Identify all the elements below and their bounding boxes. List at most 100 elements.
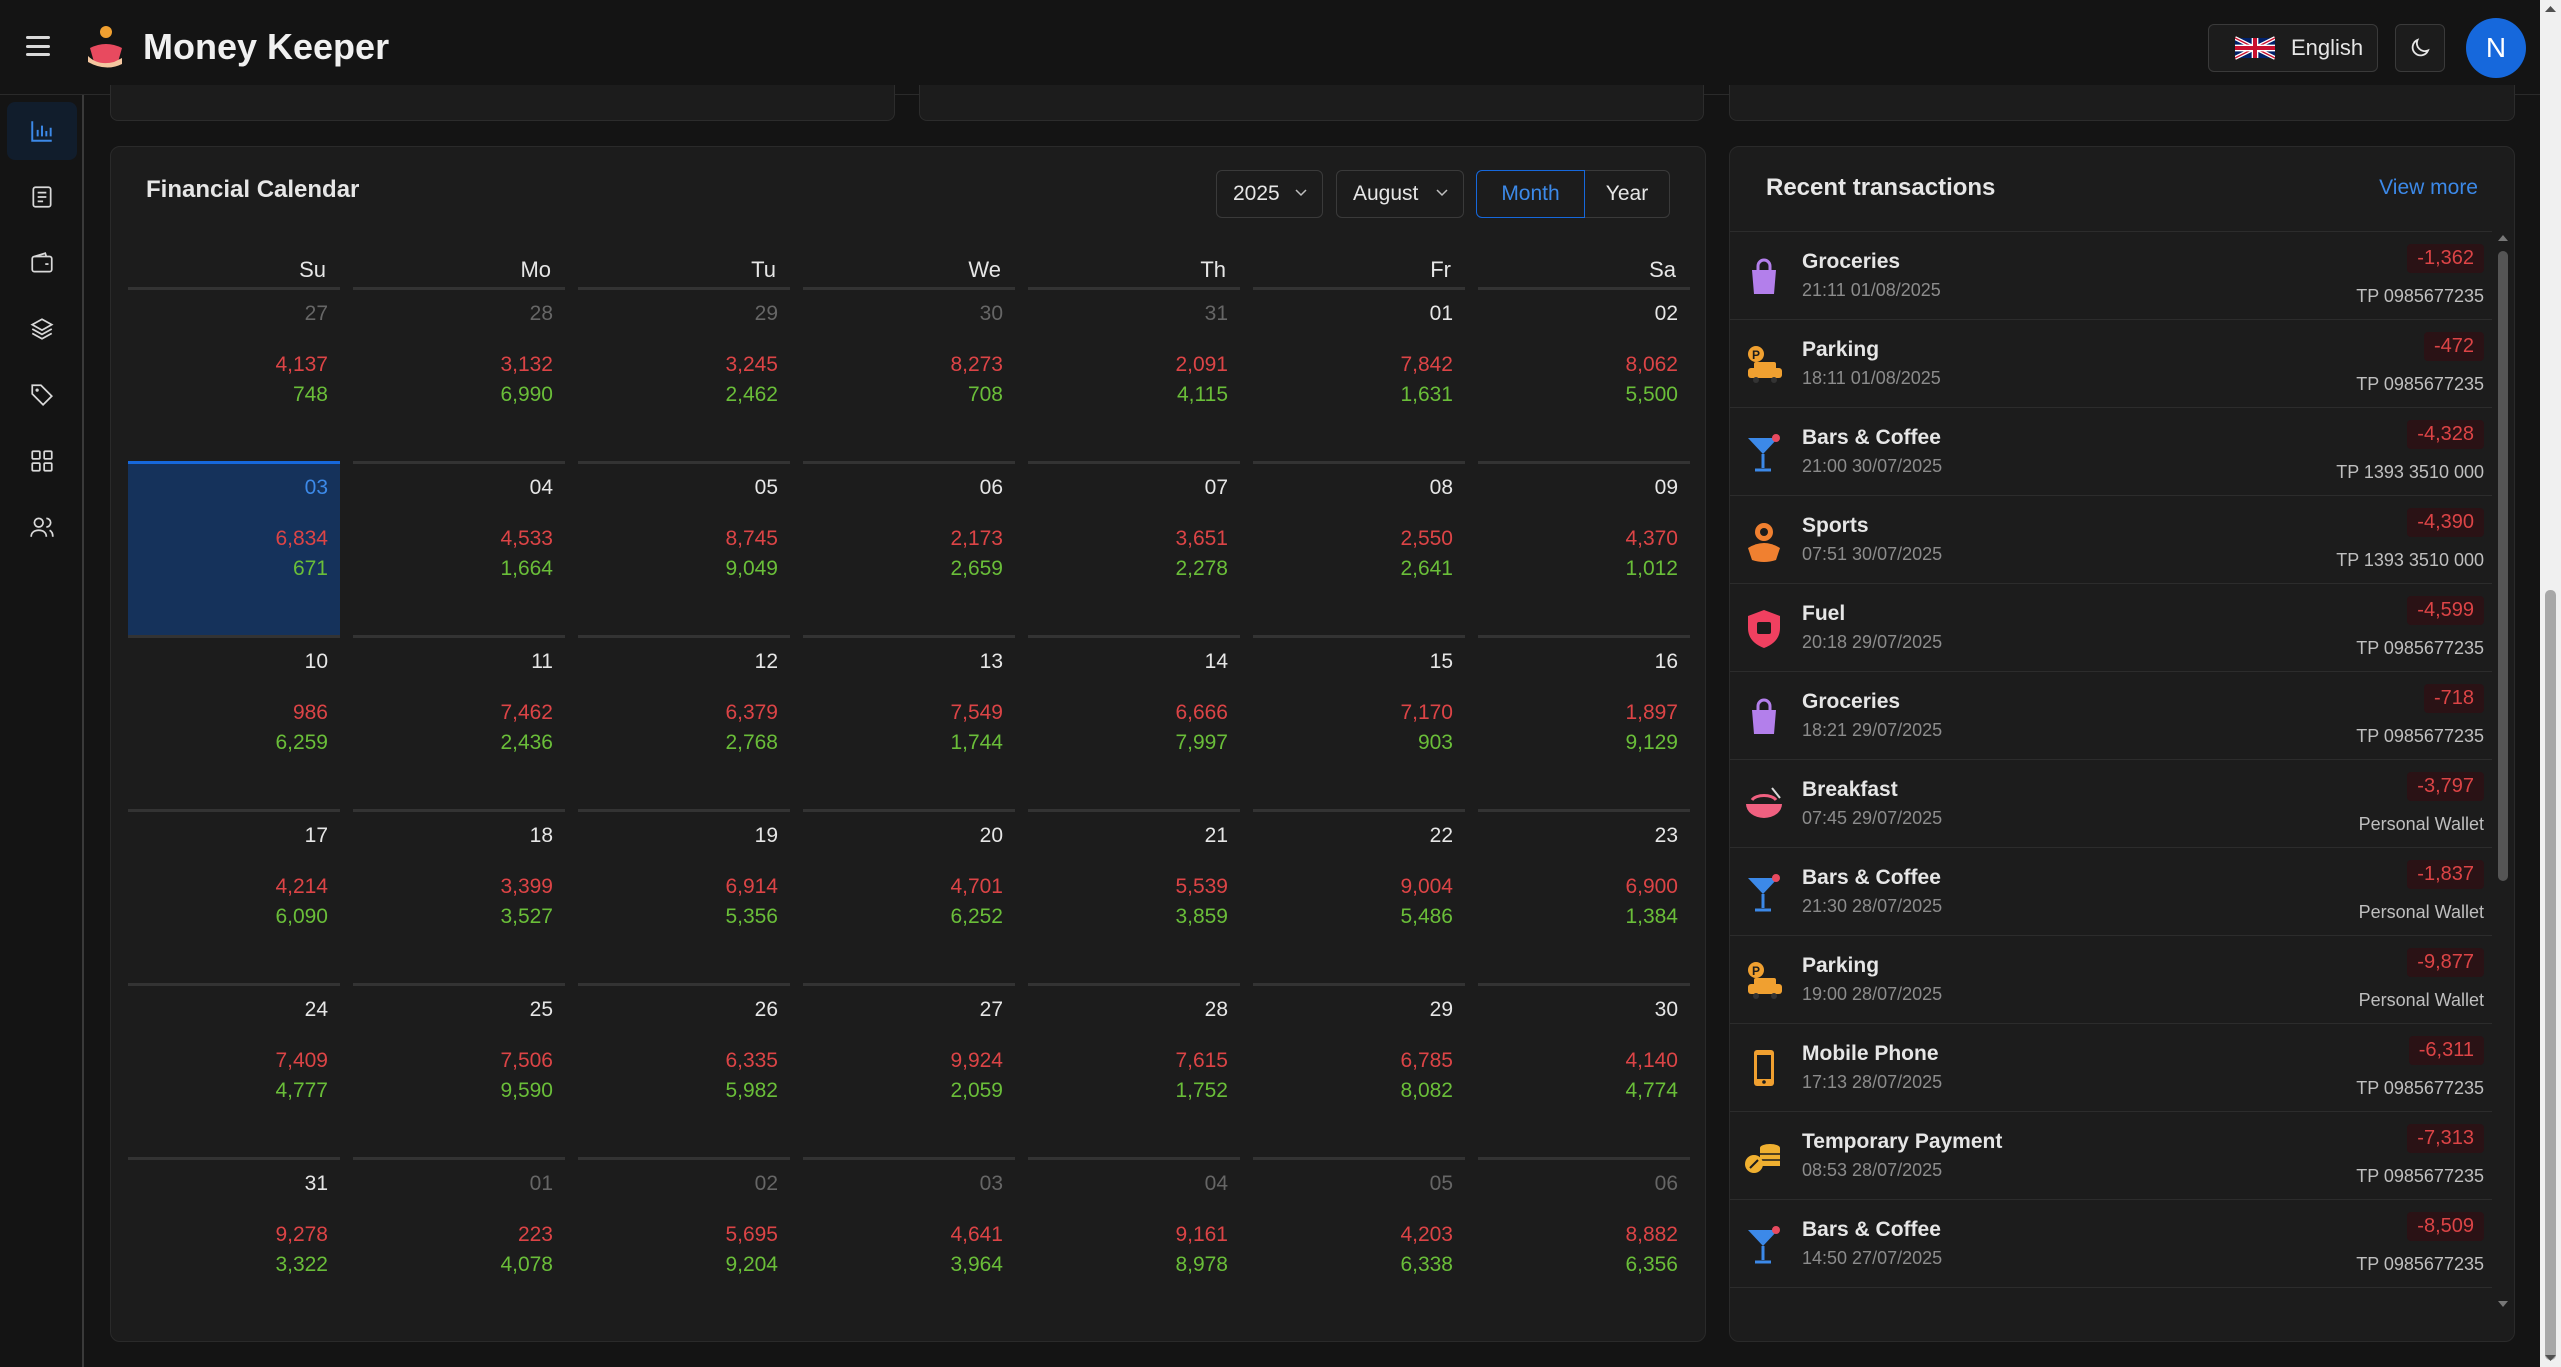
day-number: 03 bbox=[304, 476, 328, 499]
calendar-day-cell[interactable]: 02 5,695 9,204 bbox=[578, 1157, 790, 1331]
calendar-day-cell[interactable]: 04 9,161 8,978 bbox=[1028, 1157, 1240, 1331]
weekday-header: Th bbox=[1200, 257, 1226, 282]
calendar-day-cell[interactable]: 03 6,834 671 bbox=[128, 461, 340, 635]
calendar-day-cell[interactable]: 22 9,004 5,486 bbox=[1253, 809, 1465, 983]
transaction-row[interactable]: Sports 07:51 30/07/2025 -4,390 TP 1393 3510… bbox=[1730, 496, 2492, 584]
calendar-day-cell[interactable]: 16 1,897 9,129 bbox=[1478, 635, 1690, 809]
calendar-day-cell[interactable]: 28 3,132 6,990 bbox=[353, 287, 565, 461]
calendar-day-cell[interactable]: 01 7,842 1,631 bbox=[1253, 287, 1465, 461]
calendar-day-cell[interactable]: 06 8,882 6,356 bbox=[1478, 1157, 1690, 1331]
calendar-day-cell[interactable]: 25 7,506 9,590 bbox=[353, 983, 565, 1157]
sidebar-item-categories[interactable] bbox=[7, 300, 77, 358]
view-year-button[interactable]: Year bbox=[1585, 170, 1670, 218]
menu-toggle-icon[interactable] bbox=[26, 36, 50, 56]
transaction-row[interactable]: Bars & Coffee 21:00 30/07/2025 -4,328 TP 13… bbox=[1730, 408, 2492, 496]
calendar-day-cell[interactable]: 19 6,914 5,356 bbox=[578, 809, 790, 983]
scroll-up-icon bbox=[2545, 6, 2556, 12]
calendar-day-cell[interactable]: 23 6,900 1,384 bbox=[1478, 809, 1690, 983]
calendar-day-cell[interactable]: 01 223 4,078 bbox=[353, 1157, 565, 1331]
calendar-day-cell[interactable]: 13 7,549 1,744 bbox=[803, 635, 1015, 809]
transaction-wallet: TP 1393 3510 000 bbox=[2336, 550, 2484, 570]
transaction-row[interactable]: Fuel 20:18 29/07/2025 -4,599 TP 0985677235 bbox=[1730, 584, 2492, 672]
calendar-day-cell[interactable]: 18 3,399 3,527 bbox=[353, 809, 565, 983]
day-expense: 2,173 bbox=[950, 527, 1003, 550]
calendar-day-cell[interactable]: 20 4,701 6,252 bbox=[803, 809, 1015, 983]
view-more-link[interactable]: View more bbox=[2379, 176, 2478, 200]
calendar-day-cell[interactable]: 27 9,924 2,059 bbox=[803, 983, 1015, 1157]
transaction-wallet: TP 0985677235 bbox=[2356, 1166, 2484, 1186]
transactions-scrollbar[interactable] bbox=[2493, 231, 2513, 1311]
calendar-day-cell[interactable]: 30 4,140 4,774 bbox=[1478, 983, 1690, 1157]
day-number: 07 bbox=[1204, 476, 1228, 499]
day-number: 17 bbox=[304, 824, 328, 847]
user-avatar[interactable]: N bbox=[2466, 18, 2526, 78]
calendar-day-cell[interactable]: 17 4,214 6,090 bbox=[128, 809, 340, 983]
month-select[interactable]: August bbox=[1336, 170, 1464, 218]
day-expense: 9,278 bbox=[275, 1223, 328, 1246]
calendar-day-cell[interactable]: 11 7,462 2,436 bbox=[353, 635, 565, 809]
calendar-day-cell[interactable]: 06 2,173 2,659 bbox=[803, 461, 1015, 635]
calendar-day-cell[interactable]: 31 9,278 3,322 bbox=[128, 1157, 340, 1331]
day-income: 7,997 bbox=[1175, 731, 1228, 754]
calendar-day-cell[interactable]: 04 4,533 1,664 bbox=[353, 461, 565, 635]
day-number: 16 bbox=[1654, 650, 1678, 673]
transaction-row[interactable]: Temporary Payment 08:53 28/07/2025 -7,313 T… bbox=[1730, 1112, 2492, 1200]
day-number: 29 bbox=[1429, 998, 1453, 1021]
transaction-row[interactable]: Groceries 18:21 29/07/2025 -718 TP 09856772… bbox=[1730, 672, 2492, 760]
app-title: Money Keeper bbox=[143, 26, 390, 67]
day-income: 4,078 bbox=[500, 1253, 553, 1276]
transaction-category: Parking bbox=[1802, 338, 1880, 361]
sidebar-item-wallets[interactable] bbox=[7, 234, 77, 292]
sidebar-item-apps[interactable] bbox=[7, 432, 77, 490]
sidebar bbox=[0, 95, 84, 1367]
calendar-day-cell[interactable]: 07 3,651 2,278 bbox=[1028, 461, 1240, 635]
calendar-day-cell[interactable]: 27 4,137 748 bbox=[128, 287, 340, 461]
sidebar-item-users[interactable] bbox=[7, 498, 77, 556]
transaction-category: Parking bbox=[1802, 954, 1880, 977]
calendar-day-cell[interactable]: 02 8,062 5,500 bbox=[1478, 287, 1690, 461]
transaction-row[interactable]: Mobile Phone 17:13 28/07/2025 -6,311 TP 098… bbox=[1730, 1024, 2492, 1112]
sidebar-item-transactions[interactable] bbox=[7, 168, 77, 226]
sidebar-item-dashboard[interactable] bbox=[7, 102, 77, 160]
calendar-day-cell[interactable]: 05 4,203 6,338 bbox=[1253, 1157, 1465, 1331]
day-number: 19 bbox=[754, 824, 778, 847]
day-income: 9,204 bbox=[725, 1253, 778, 1276]
transaction-row[interactable]: Bars & Coffee 21:30 28/07/2025 -1,837 Perso… bbox=[1730, 848, 2492, 936]
transaction-row[interactable]: Groceries 21:11 01/08/2025 -1,362 TP 098567… bbox=[1730, 232, 2492, 320]
calendar-day-cell[interactable]: 10 986 6,259 bbox=[128, 635, 340, 809]
transaction-wallet: Personal Wallet bbox=[2358, 902, 2484, 922]
transaction-row[interactable]: Bars & Coffee 14:50 27/07/2025 -8,509 TP 09… bbox=[1730, 1200, 2492, 1288]
calendar-day-cell[interactable]: 29 6,785 8,082 bbox=[1253, 983, 1465, 1157]
view-month-button[interactable]: Month bbox=[1476, 170, 1585, 218]
year-select[interactable]: 2025 bbox=[1216, 170, 1323, 218]
transaction-time: 18:11 01/08/2025 bbox=[1802, 368, 1941, 388]
calendar-day-cell[interactable]: 26 6,335 5,982 bbox=[578, 983, 790, 1157]
day-expense: 3,132 bbox=[500, 353, 553, 376]
day-number: 28 bbox=[1204, 998, 1228, 1021]
day-number: 09 bbox=[1654, 476, 1678, 499]
calendar-day-cell[interactable]: 28 7,615 1,752 bbox=[1028, 983, 1240, 1157]
calendar-day-cell[interactable]: 24 7,409 4,777 bbox=[128, 983, 340, 1157]
transaction-amount: -6,311 bbox=[2408, 1036, 2484, 1065]
calendar-day-cell[interactable]: 31 2,091 4,115 bbox=[1028, 287, 1240, 461]
page-scrollbar[interactable] bbox=[2540, 0, 2561, 1367]
calendar-day-cell[interactable]: 30 8,273 708 bbox=[803, 287, 1015, 461]
transaction-time: 20:18 29/07/2025 bbox=[1802, 632, 1943, 652]
sidebar-item-tags[interactable] bbox=[7, 366, 77, 424]
transaction-row[interactable]: P Parking 18:11 01/08/2025 -472 TP 098567723… bbox=[1730, 320, 2492, 408]
calendar-day-cell[interactable]: 09 4,370 1,012 bbox=[1478, 461, 1690, 635]
weekday-header: Su bbox=[299, 257, 326, 282]
calendar-day-cell[interactable]: 15 7,170 903 bbox=[1253, 635, 1465, 809]
calendar-day-cell[interactable]: 08 2,550 2,641 bbox=[1253, 461, 1465, 635]
theme-toggle-button[interactable] bbox=[2395, 24, 2445, 72]
transaction-amount: -3,797 bbox=[2407, 772, 2484, 801]
language-selector[interactable]: English bbox=[2208, 24, 2378, 72]
calendar-day-cell[interactable]: 12 6,379 2,768 bbox=[578, 635, 790, 809]
transaction-row[interactable]: P Parking 19:00 28/07/2025 -9,877 Personal W… bbox=[1730, 936, 2492, 1024]
calendar-day-cell[interactable]: 05 8,745 9,049 bbox=[578, 461, 790, 635]
calendar-day-cell[interactable]: 14 6,666 7,997 bbox=[1028, 635, 1240, 809]
calendar-day-cell[interactable]: 03 4,641 3,964 bbox=[803, 1157, 1015, 1331]
calendar-day-cell[interactable]: 21 5,539 3,859 bbox=[1028, 809, 1240, 983]
transaction-row[interactable]: Breakfast 07:45 29/07/2025 -3,797 Personal … bbox=[1730, 760, 2492, 848]
calendar-day-cell[interactable]: 29 3,245 2,462 bbox=[578, 287, 790, 461]
